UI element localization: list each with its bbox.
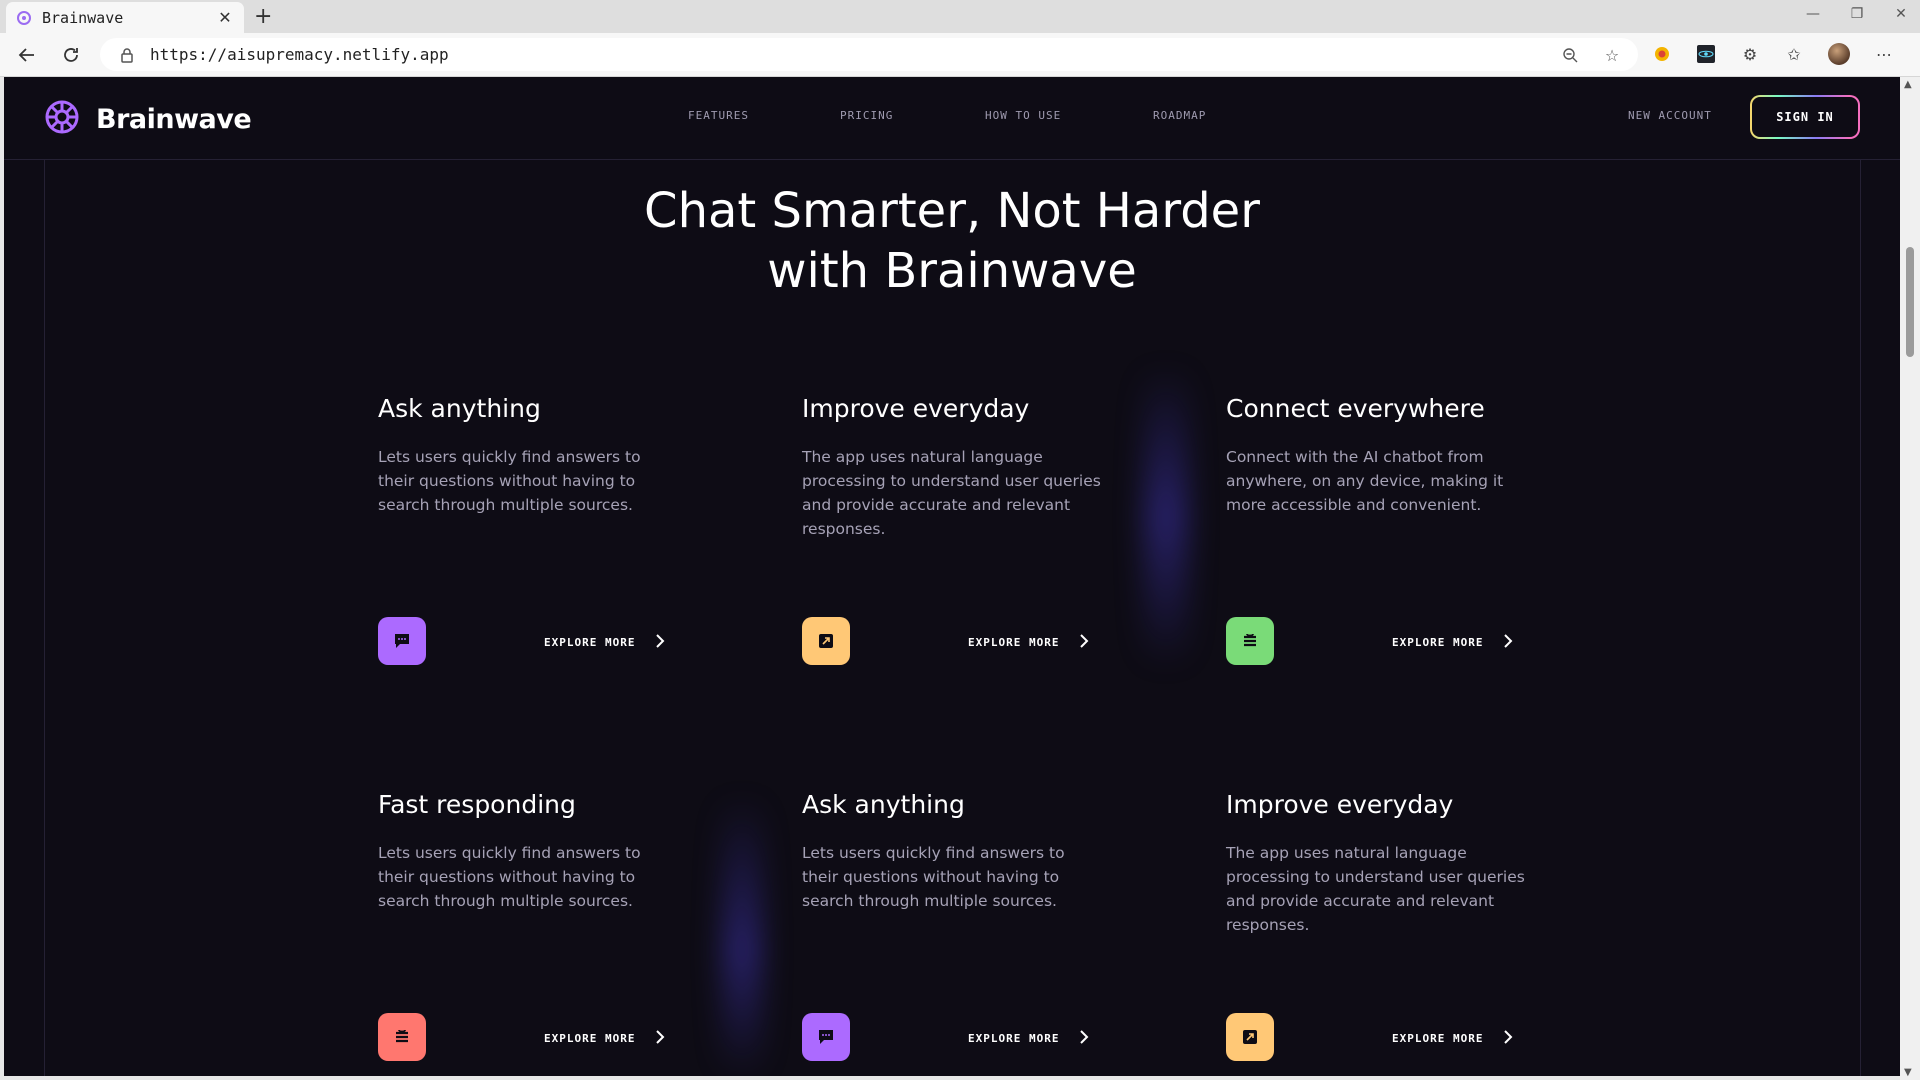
extension-color-icon[interactable] <box>1652 44 1672 64</box>
explore-more-link[interactable]: EXPLORE MORE <box>968 634 1089 651</box>
expand-icon <box>1226 1013 1274 1061</box>
zoom-out-icon[interactable] <box>1560 45 1580 65</box>
expand-icon <box>802 617 850 665</box>
new-tab-icon[interactable]: + <box>254 4 272 30</box>
feature-card: Ask anything Lets users quickly find ans… <box>802 790 1172 1061</box>
chat-icon <box>378 617 426 665</box>
scroll-down-icon[interactable]: ▼ <box>1904 1067 1912 1078</box>
card-title: Fast responding <box>378 790 576 819</box>
scrollbar-thumb[interactable] <box>1906 247 1914 357</box>
chevron-right-icon <box>655 634 665 651</box>
explore-more-link[interactable]: EXPLORE MORE <box>1392 1030 1513 1047</box>
nav-features[interactable]: FEATURES <box>688 109 840 122</box>
tab-title: Brainwave <box>42 8 124 27</box>
address-bar-row: https://aisupremacy.netlify.app ☆ ⚙ ✩ ⋯ <box>0 33 1920 77</box>
profile-avatar[interactable] <box>1828 43 1850 65</box>
card-title: Improve everyday <box>1226 790 1454 819</box>
nav-how-to-use[interactable]: HOW TO USE <box>985 109 1153 122</box>
sign-in-button[interactable]: SIGN IN <box>1750 95 1860 139</box>
card-title: Ask anything <box>802 790 965 819</box>
chevron-right-icon <box>1503 1030 1513 1047</box>
back-icon[interactable] <box>14 42 40 68</box>
favorites-icon[interactable]: ✩ <box>1784 44 1804 64</box>
extensions-puzzle-icon[interactable]: ⚙ <box>1740 44 1760 64</box>
explore-more-label: EXPLORE MORE <box>1392 636 1484 649</box>
explore-more-label: EXPLORE MORE <box>544 636 636 649</box>
feature-card: Connect everywhere Connect with the AI c… <box>1226 394 1596 665</box>
explore-more-label: EXPLORE MORE <box>968 636 1060 649</box>
logo-text: Brainwave <box>96 103 252 135</box>
more-menu-icon[interactable]: ⋯ <box>1874 44 1894 64</box>
card-description: Lets users quickly find answers to their… <box>802 844 1065 910</box>
chat-icon <box>802 1013 850 1061</box>
explore-more-link[interactable]: EXPLORE MORE <box>544 634 665 651</box>
browser-tab-bar: Brainwave ✕ + — ❐ ✕ <box>0 0 1920 33</box>
feature-card: Ask anything Lets users quickly find ans… <box>378 394 748 665</box>
lock-icon[interactable] <box>120 47 136 63</box>
brainwave-logo[interactable]: Brainwave <box>42 97 252 141</box>
main-nav: FEATURES PRICING HOW TO USE ROADMAP <box>688 109 1206 122</box>
explore-more-label: EXPLORE MORE <box>968 1032 1060 1045</box>
card-description: The app uses natural language processing… <box>802 448 1101 538</box>
page-viewport: Chat Smarter, Not Harder with Brainwave … <box>4 77 1900 1076</box>
favorite-star-icon[interactable]: ☆ <box>1602 45 1622 65</box>
explore-more-label: EXPLORE MORE <box>544 1032 636 1045</box>
card-title: Connect everywhere <box>1226 394 1485 423</box>
restore-icon[interactable]: ❐ <box>1848 6 1866 22</box>
feature-card: Improve everyday The app uses natural la… <box>1226 790 1596 1061</box>
feature-card: Improve everyday The app uses natural la… <box>802 394 1172 665</box>
hero-title-line-1: Chat Smarter, Not Harder <box>644 183 1260 240</box>
sign-in-label: SIGN IN <box>1752 97 1858 137</box>
new-account-link[interactable]: NEW ACCOUNT <box>1628 109 1712 122</box>
explore-more-label: EXPLORE MORE <box>1392 1032 1484 1045</box>
feature-card: Fast responding Lets users quickly find … <box>378 790 748 1061</box>
card-title: Improve everyday <box>802 394 1030 423</box>
card-description: Lets users quickly find answers to their… <box>378 448 641 514</box>
card-description: The app uses natural language processing… <box>1226 844 1525 934</box>
chevron-right-icon <box>1079 634 1089 651</box>
close-tab-icon[interactable]: ✕ <box>216 8 234 27</box>
card-title: Ask anything <box>378 394 541 423</box>
stack-icon <box>1226 617 1274 665</box>
brainwave-favicon-icon <box>16 10 32 26</box>
chevron-right-icon <box>655 1030 665 1047</box>
explore-more-link[interactable]: EXPLORE MORE <box>1392 634 1513 651</box>
explore-more-link[interactable]: EXPLORE MORE <box>544 1030 665 1047</box>
reload-icon[interactable] <box>58 42 84 68</box>
brain-logo-icon <box>42 97 82 141</box>
page-scrollbar[interactable]: ▲ ▼ <box>1900 77 1920 1080</box>
scroll-up-icon[interactable]: ▲ <box>1904 79 1912 90</box>
site-header: Brainwave FEATURES PRICING HOW TO USE RO… <box>4 77 1900 160</box>
react-devtools-icon[interactable] <box>1696 44 1716 64</box>
nav-roadmap[interactable]: ROADMAP <box>1153 109 1206 122</box>
stack-icon <box>378 1013 426 1061</box>
card-description: Connect with the AI chatbot from anywher… <box>1226 448 1504 514</box>
close-window-icon[interactable]: ✕ <box>1892 6 1910 22</box>
chevron-right-icon <box>1079 1030 1089 1047</box>
hero-title-line-2: with Brainwave <box>767 243 1137 300</box>
card-description: Lets users quickly find answers to their… <box>378 844 641 910</box>
nav-pricing[interactable]: PRICING <box>840 109 985 122</box>
url-text[interactable]: https://aisupremacy.netlify.app <box>150 45 449 64</box>
explore-more-link[interactable]: EXPLORE MORE <box>968 1030 1089 1047</box>
browser-tab[interactable]: Brainwave ✕ <box>6 2 244 33</box>
chevron-right-icon <box>1503 634 1513 651</box>
hero-title: Chat Smarter, Not Harder with Brainwave <box>4 181 1900 301</box>
url-field[interactable]: https://aisupremacy.netlify.app ☆ <box>100 38 1638 71</box>
minimize-icon[interactable]: — <box>1804 6 1822 22</box>
